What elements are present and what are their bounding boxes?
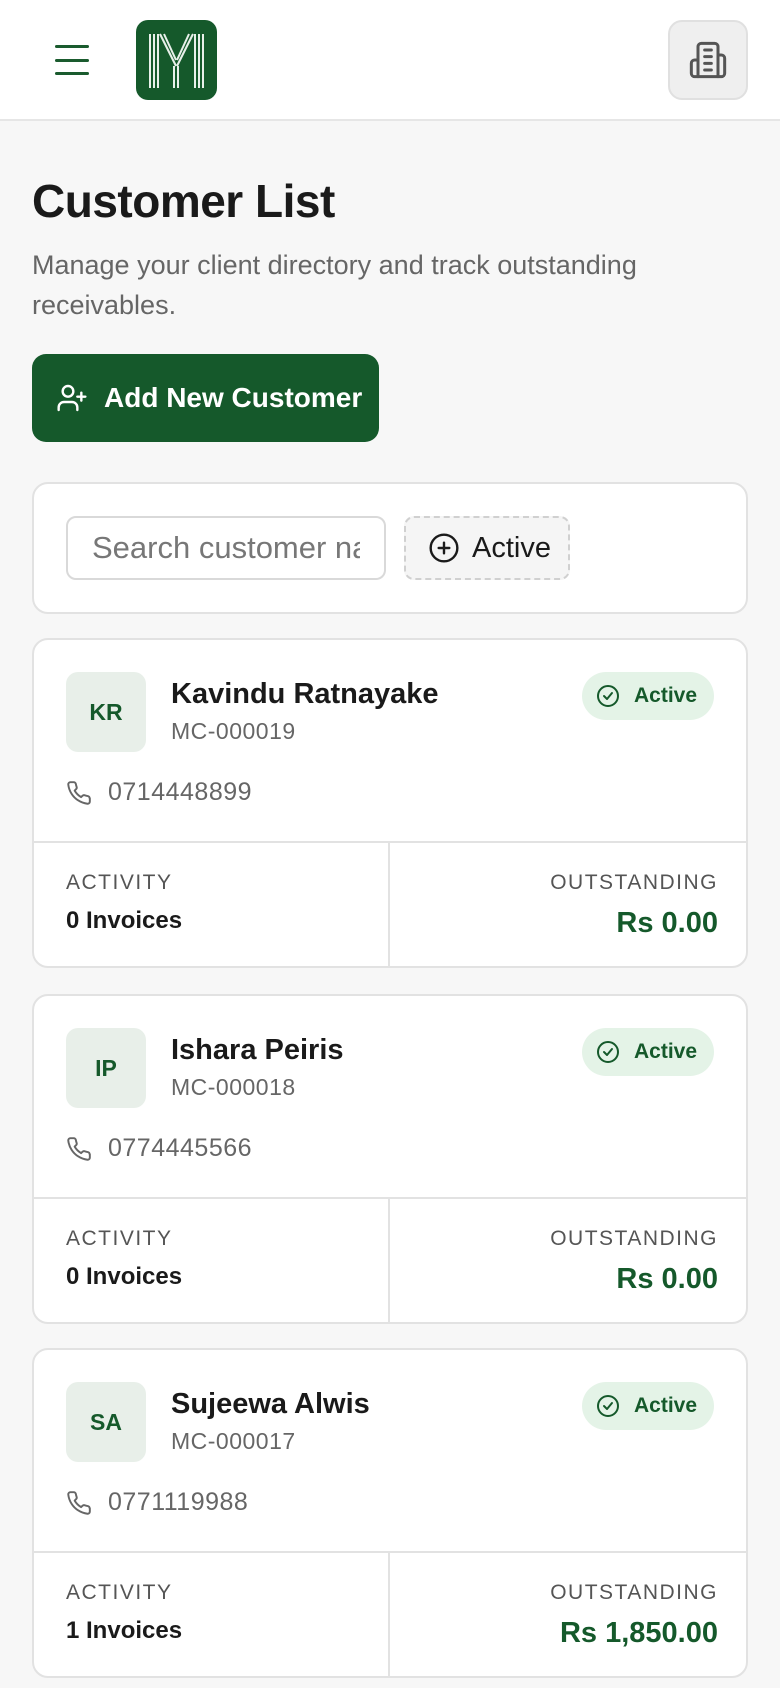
- invoice-count: 0 Invoices: [66, 1263, 183, 1290]
- avatar: KR: [66, 672, 146, 752]
- check-circle-icon: [597, 685, 619, 707]
- page-title: Customer List: [32, 175, 335, 227]
- customer-name: Sujeewa Alwis: [171, 1388, 370, 1420]
- customer-code: MC-000018: [171, 1074, 296, 1100]
- customer-card[interactable]: SA Sujeewa Alwis MC-000017 Active 077111…: [32, 1348, 748, 1678]
- phone-row: 0714448899: [66, 778, 252, 807]
- add-new-customer-label: Add New Customer: [104, 382, 363, 413]
- activity-label: ACTIVITY: [66, 1581, 173, 1604]
- phone-number: 0771119988: [108, 1488, 249, 1516]
- page-subtitle: Manage your client directory and track o…: [32, 250, 637, 320]
- phone-row: 0771119988: [66, 1488, 248, 1517]
- card-footer: ACTIVITY 0 Invoices OUTSTANDING Rs 0.00: [34, 841, 746, 966]
- add-new-customer-button[interactable]: Add New Customer: [32, 354, 379, 442]
- outstanding-amount: Rs 0.00: [616, 907, 718, 939]
- phone-icon: [67, 1490, 91, 1515]
- brand-logo[interactable]: [136, 20, 217, 100]
- outstanding-label: OUTSTANDING: [550, 1581, 718, 1604]
- status-badge: Active: [582, 1382, 714, 1430]
- outstanding-stat: OUTSTANDING Rs 0.00: [390, 1199, 746, 1322]
- invoice-count: 0 Invoices: [66, 907, 183, 934]
- invoice-count: 1 Invoices: [66, 1617, 183, 1644]
- activity-stat: ACTIVITY 0 Invoices: [34, 843, 390, 966]
- customer-search-input[interactable]: [66, 516, 386, 580]
- plus-circle-icon: [429, 533, 459, 563]
- status-label: Active: [634, 1394, 698, 1417]
- outstanding-amount: Rs 0.00: [616, 1263, 718, 1295]
- activity-stat: ACTIVITY 1 Invoices: [34, 1553, 390, 1676]
- activity-label: ACTIVITY: [66, 1227, 173, 1250]
- status-badge: Active: [582, 672, 714, 720]
- customer-name: Ishara Peiris: [171, 1034, 344, 1066]
- check-circle-icon: [597, 1041, 619, 1063]
- activity-stat: ACTIVITY 0 Invoices: [34, 1199, 390, 1322]
- hamburger-menu-icon[interactable]: [52, 42, 92, 78]
- customer-card[interactable]: KR Kavindu Ratnayake MC-000019 Active 07…: [32, 638, 748, 968]
- phone-icon: [67, 780, 91, 805]
- customer-card[interactable]: IP Ishara Peiris MC-000018 Active 077444…: [32, 994, 748, 1324]
- avatar: SA: [66, 1382, 146, 1462]
- check-circle-icon: [597, 1395, 619, 1417]
- outstanding-label: OUTSTANDING: [550, 871, 718, 894]
- outstanding-stat: OUTSTANDING Rs 1,850.00: [390, 1553, 746, 1676]
- phone-icon: [67, 1136, 91, 1161]
- customer-name: Kavindu Ratnayake: [171, 678, 439, 710]
- phone-row: 0774445566: [66, 1134, 252, 1163]
- status-filter-button[interactable]: Active: [404, 516, 570, 580]
- top-bar: [0, 0, 780, 121]
- card-footer: ACTIVITY 1 Invoices OUTSTANDING Rs 1,850…: [34, 1551, 746, 1676]
- card-footer: ACTIVITY 0 Invoices OUTSTANDING Rs 0.00: [34, 1197, 746, 1322]
- phone-number: 0774445566: [108, 1134, 253, 1162]
- phone-number: 0714448899: [108, 778, 253, 806]
- building-button[interactable]: [668, 20, 748, 100]
- status-badge: Active: [582, 1028, 714, 1076]
- customer-code: MC-000019: [171, 718, 296, 744]
- filter-panel: Active: [32, 482, 748, 614]
- status-label: Active: [634, 684, 698, 707]
- status-filter-label: Active: [472, 531, 551, 564]
- activity-label: ACTIVITY: [66, 871, 173, 894]
- outstanding-stat: OUTSTANDING Rs 0.00: [390, 843, 746, 966]
- avatar: IP: [66, 1028, 146, 1108]
- user-plus-icon: [57, 384, 87, 412]
- status-label: Active: [634, 1040, 698, 1063]
- customer-code: MC-000017: [171, 1428, 296, 1454]
- outstanding-amount: Rs 1,850.00: [559, 1617, 718, 1649]
- building-icon: [689, 41, 727, 79]
- outstanding-label: OUTSTANDING: [550, 1227, 718, 1250]
